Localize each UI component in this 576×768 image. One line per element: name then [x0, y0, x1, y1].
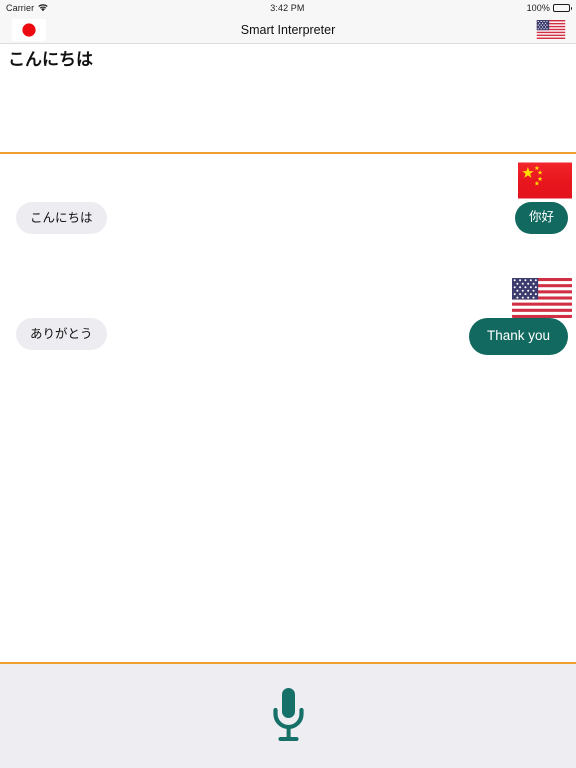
- nav-bar: Smart Interpreter: [0, 16, 576, 44]
- flag-united-states-icon: [536, 20, 566, 39]
- conversation-list[interactable]: こんにちは 你好 ありがとう Thank you: [0, 154, 576, 669]
- target-language-flag-united-states-icon[interactable]: [536, 20, 566, 39]
- status-bar: Carrier 3:42 PM 100%: [0, 0, 576, 16]
- message-source-bubble[interactable]: ありがとう: [16, 318, 107, 350]
- message-target-bubble[interactable]: 你好: [514, 202, 568, 234]
- carrier-label: Carrier: [6, 3, 35, 13]
- conversation-row[interactable]: ありがとう Thank you: [0, 270, 576, 386]
- page-title: Smart Interpreter: [240, 22, 336, 37]
- battery-full-icon: [553, 4, 572, 12]
- app-root: Carrier 3:42 PM 100% Smart Interpreter こ…: [0, 0, 576, 768]
- flag-united-states-icon: [512, 278, 572, 318]
- wifi-icon: [38, 4, 48, 12]
- status-bar-clock: 3:42 PM: [270, 3, 305, 13]
- microphone-record-button[interactable]: [272, 687, 305, 745]
- microphone-icon: [272, 688, 304, 741]
- flag-china-icon: [518, 162, 572, 199]
- source-language-flag-japan-icon[interactable]: [12, 18, 46, 41]
- status-bar-left: Carrier: [6, 3, 48, 13]
- message-source-bubble[interactable]: こんにちは: [16, 202, 107, 234]
- flag-japan-icon: [12, 18, 46, 41]
- battery-percent-label: 100%: [526, 3, 550, 13]
- live-transcript-area: こんにちは: [0, 44, 576, 152]
- conversation-row[interactable]: こんにちは 你好: [0, 154, 576, 270]
- message-target-bubble[interactable]: Thank you: [468, 318, 568, 355]
- message-target-flag-united-states-icon: [512, 278, 572, 318]
- live-transcript-text: こんにちは: [8, 50, 93, 70]
- record-footer: [0, 662, 576, 768]
- status-bar-right: 100%: [526, 3, 572, 13]
- message-target-flag-china-icon: [518, 162, 572, 199]
